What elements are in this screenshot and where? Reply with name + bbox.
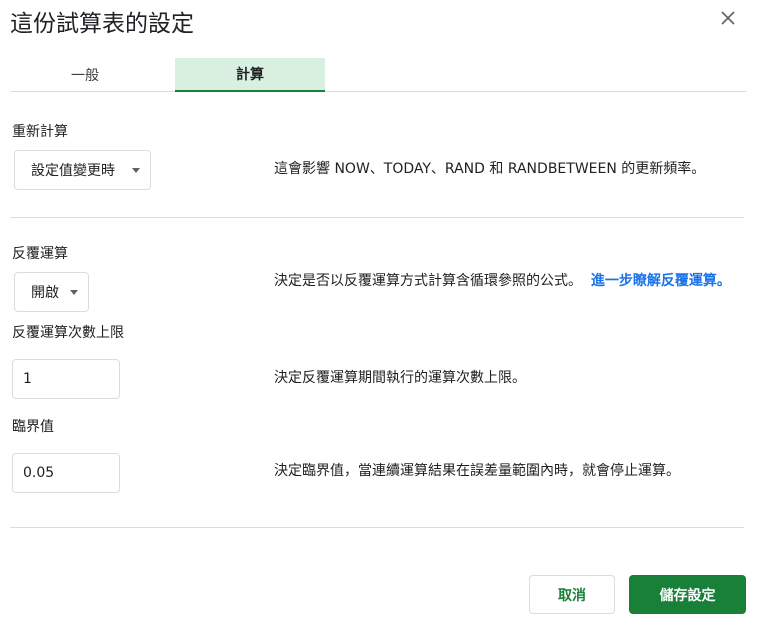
recalculation-select[interactable]: 設定值變更時 (14, 150, 151, 190)
iterative-description-text: 決定是否以反覆運算方式計算含循環參照的公式。 (274, 273, 582, 289)
tab-general[interactable]: 一般 (10, 58, 160, 91)
recalculation-label: 重新計算 (12, 124, 68, 140)
threshold-label: 臨界值 (12, 419, 54, 435)
max-iterations-label: 反覆運算次數上限 (12, 325, 124, 341)
tab-calculation[interactable]: 計算 (175, 58, 325, 92)
max-iterations-input[interactable] (12, 359, 120, 399)
threshold-input[interactable] (12, 453, 120, 493)
footer-divider (10, 527, 744, 528)
dialog-title: 這份試算表的設定 (10, 11, 194, 37)
iterative-description: 決定是否以反覆運算方式計算含循環參照的公式。 進一步瞭解反覆運算。 (274, 271, 746, 291)
max-iterations-description: 決定反覆運算期間執行的運算次數上限。 (274, 370, 526, 386)
save-settings-button[interactable]: 儲存設定 (629, 575, 746, 614)
threshold-description: 決定臨界值，當連續運算結果在誤差量範圍內時，就會停止運算。 (274, 463, 680, 479)
dropdown-arrow-icon (70, 290, 78, 295)
recalculation-description: 這會影響 NOW、TODAY、RAND 和 RANDBETWEEN 的更新頻率。 (274, 161, 706, 177)
tab-bar: 一般 計算 (10, 58, 746, 92)
learn-more-link[interactable]: 進一步瞭解反覆運算。 (591, 273, 731, 289)
cancel-button[interactable]: 取消 (529, 575, 615, 614)
recalculation-select-value: 設定值變更時 (31, 163, 115, 179)
iterative-label: 反覆運算 (12, 246, 68, 262)
section-divider (10, 217, 744, 218)
iterative-select-value: 開啟 (31, 285, 59, 301)
close-button[interactable] (716, 6, 740, 30)
dropdown-arrow-icon (132, 168, 140, 173)
close-icon (721, 11, 735, 25)
iterative-select[interactable]: 開啟 (14, 272, 89, 312)
